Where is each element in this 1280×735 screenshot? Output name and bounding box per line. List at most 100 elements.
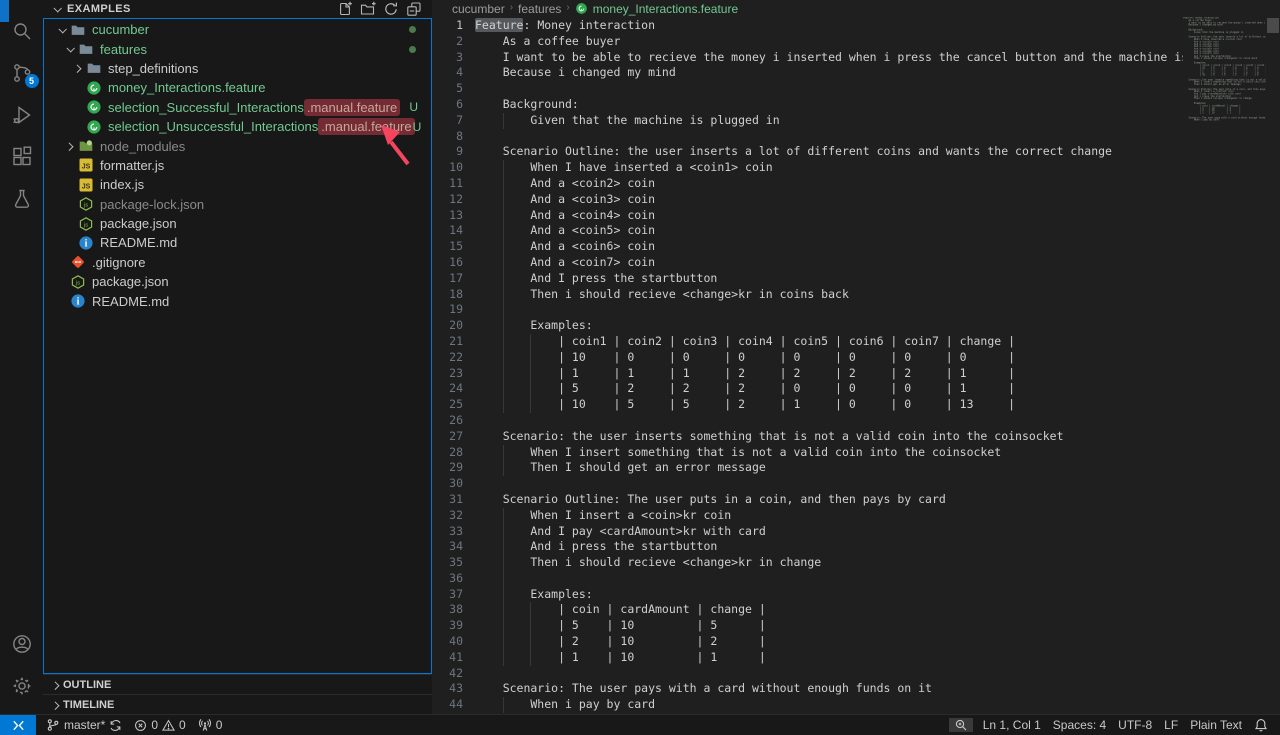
code-line[interactable]: 5 (432, 81, 1183, 97)
code-line[interactable]: 2 As a coffee buyer (432, 34, 1183, 50)
indentation-item[interactable]: Spaces: 4 (1047, 718, 1112, 732)
source-control-icon[interactable]: 5 (10, 61, 34, 85)
chevron-right-icon[interactable] (70, 60, 86, 76)
line-number: 27 (432, 429, 463, 445)
indent-guide (503, 602, 504, 618)
tree-item-cucumber[interactable]: cucumber (44, 20, 431, 39)
code-line[interactable]: 22 | 10 | 0 | 0 | 0 | 0 | 0 | 0 | 0 | (432, 350, 1183, 366)
refresh-icon[interactable] (383, 1, 399, 17)
code-line[interactable]: 31 Scenario Outline: The user puts in a … (432, 492, 1183, 508)
remote-indicator[interactable] (0, 715, 36, 735)
extensions-icon[interactable] (10, 145, 34, 169)
tree-item-features[interactable]: features (44, 39, 431, 58)
code-line[interactable]: 11 And a <coin2> coin (432, 176, 1183, 192)
code-line[interactable]: 43 Scenario: The user pays with a card w… (432, 681, 1183, 697)
breadcrumb-item-cucumber[interactable]: cucumber (452, 2, 505, 16)
code-line[interactable]: 8 (432, 129, 1183, 145)
tree-item-money-interactions-feature[interactable]: money_Interactions.feature (44, 78, 431, 97)
tree-item-readme-md[interactable]: iREADME.md (44, 233, 431, 252)
tree-item-selection-unsuccessful-interactions[interactable]: selection_Unsuccessful_Interactions.manu… (44, 117, 431, 136)
language-mode-item[interactable]: Plain Text (1184, 718, 1248, 732)
code-line[interactable]: 23 | 1 | 1 | 1 | 2 | 2 | 2 | 2 | 1 | (432, 366, 1183, 382)
code-line[interactable]: 6 Background: (432, 97, 1183, 113)
tree-item-package-json[interactable]: jspackage.json (44, 214, 431, 233)
code-line[interactable]: 41 | 1 | 10 | 1 | (432, 650, 1183, 666)
collapse-folders-icon[interactable] (406, 1, 422, 17)
code-line[interactable]: 4 Because i changed my mind (432, 65, 1183, 81)
editor-scrollbar[interactable] (1266, 17, 1280, 714)
code-line[interactable]: 16 And a <coin7> coin (432, 255, 1183, 271)
settings-gear-icon[interactable] (10, 674, 34, 698)
eol-item[interactable]: LF (1158, 718, 1184, 732)
code-line[interactable]: 35 Then i should recieve <change>kr in c… (432, 555, 1183, 571)
code-line[interactable]: 39 | 5 | 10 | 5 | (432, 618, 1183, 634)
chevron-down-icon[interactable] (62, 41, 78, 57)
tree-item-formatter-js[interactable]: JSformatter.js (44, 156, 431, 175)
chevron-placeholder (70, 119, 86, 135)
scrollbar-thumb[interactable] (1267, 18, 1279, 33)
chevron-right-icon[interactable] (62, 138, 78, 154)
zoom-status-item[interactable] (949, 718, 973, 732)
run-debug-icon[interactable] (10, 103, 34, 127)
code-line[interactable]: 25 | 10 | 5 | 5 | 2 | 1 | 0 | 0 | 13 | (432, 397, 1183, 413)
code-line[interactable]: 20 Examples: (432, 318, 1183, 334)
new-file-icon[interactable] (337, 1, 353, 17)
code-line[interactable]: 40 | 2 | 10 | 2 | (432, 634, 1183, 650)
code-line[interactable]: 7 Given that the machine is plugged in (432, 113, 1183, 129)
code-line[interactable]: 19 (432, 302, 1183, 318)
code-line[interactable]: 18 Then i should recieve <change>kr in c… (432, 287, 1183, 303)
code-line[interactable]: 44 When i pay by card (432, 697, 1183, 713)
code-line[interactable]: 9 Scenario Outline: the user inserts a l… (432, 144, 1183, 160)
code-line[interactable]: 15 And a <coin6> coin (432, 239, 1183, 255)
outline-section[interactable]: OUTLINE (43, 674, 432, 694)
code-line[interactable]: 26 (432, 413, 1183, 429)
code-line[interactable]: 17 And I press the startbutton (432, 271, 1183, 287)
code-editor[interactable]: 1Feature: Money interaction2 As a coffee… (432, 17, 1280, 714)
code-line[interactable]: 27 Scenario: the user inserts something … (432, 429, 1183, 445)
explorer-section-header[interactable]: EXAMPLES (43, 0, 432, 18)
code-line[interactable]: 24 | 5 | 2 | 2 | 2 | 0 | 0 | 0 | 1 | (432, 381, 1183, 397)
tree-item--gitignore[interactable]: .gitignore (44, 253, 431, 272)
breadcrumb-item-file[interactable]: money_Interactions.feature (593, 2, 738, 16)
code-line[interactable]: 12 And a <coin3> coin (432, 192, 1183, 208)
code-line[interactable]: 21 | coin1 | coin2 | coin3 | coin4 | coi… (432, 334, 1183, 350)
timeline-section[interactable]: TIMELINE (43, 694, 432, 714)
svg-text:js: js (75, 280, 80, 286)
code-line[interactable]: 42 (432, 666, 1183, 682)
tree-item-selection-successful-interactions[interactable]: selection_Successful_Interactions.manual… (44, 98, 431, 117)
tree-item-index-js[interactable]: JSindex.js (44, 175, 431, 194)
code-line[interactable]: 1Feature: Money interaction (432, 18, 1183, 34)
code-line[interactable]: 14 And a <coin5> coin (432, 223, 1183, 239)
new-folder-icon[interactable] (360, 1, 376, 17)
tree-item-step-definitions[interactable]: step_definitions (44, 59, 431, 78)
breadcrumb-item-features[interactable]: features (518, 2, 561, 16)
code-line[interactable]: 13 And a <coin4> coin (432, 208, 1183, 224)
tree-item-readme-md[interactable]: iREADME.md (44, 291, 431, 310)
problems-item[interactable]: 0 0 (128, 718, 191, 732)
code-line[interactable]: 29 Then I should get an error message (432, 460, 1183, 476)
code-line[interactable]: 37 Examples: (432, 587, 1183, 603)
code-line[interactable]: 36 (432, 571, 1183, 587)
notifications-bell-icon[interactable] (1248, 718, 1274, 732)
tree-item-package-json[interactable]: jspackage.json (44, 272, 431, 291)
search-icon[interactable] (10, 19, 34, 43)
account-icon[interactable] (10, 632, 34, 656)
code-line[interactable]: 3 I want to be able to recieve the money… (432, 50, 1183, 66)
cursor-position[interactable]: Ln 1, Col 1 (977, 718, 1047, 732)
line-text: When I insert something that is not a va… (463, 445, 1001, 461)
code-line[interactable]: 38 | coin | cardAmount | change | (432, 602, 1183, 618)
chevron-down-icon[interactable] (54, 22, 70, 38)
code-line[interactable]: 34 And i press the startbutton (432, 539, 1183, 555)
tree-item-node-modules[interactable]: node_modules (44, 136, 431, 155)
testing-icon[interactable] (10, 187, 34, 211)
encoding-item[interactable]: UTF-8 (1112, 718, 1158, 732)
git-branch-item[interactable]: master* (40, 718, 128, 732)
code-line[interactable]: 28 When I insert something that is not a… (432, 445, 1183, 461)
minimap[interactable]: Feature: Money interaction As a coffee b… (1183, 17, 1266, 714)
tree-item-package-lock-json[interactable]: jspackage-lock.json (44, 195, 431, 214)
code-line[interactable]: 10 When I have inserted a <coin1> coin (432, 160, 1183, 176)
code-line[interactable]: 32 When I insert a <coin>kr coin (432, 508, 1183, 524)
code-line[interactable]: 33 And I pay <cardAmount>kr with card (432, 524, 1183, 540)
ports-item[interactable]: 0 (192, 718, 229, 732)
code-line[interactable]: 30 (432, 476, 1183, 492)
